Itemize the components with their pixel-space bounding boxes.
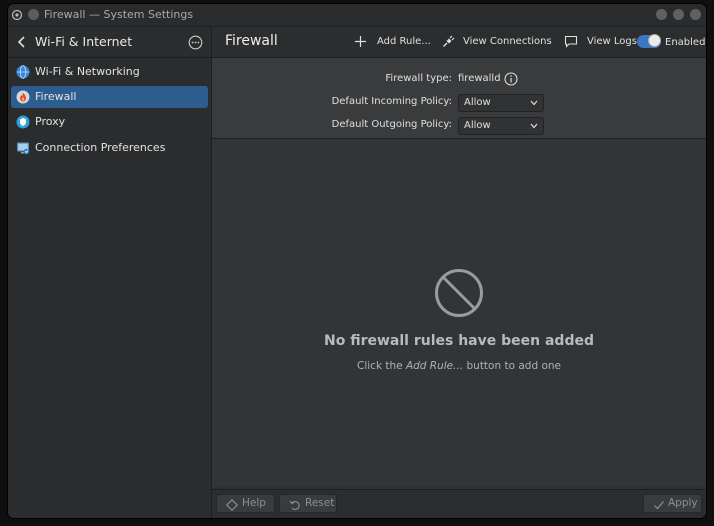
globe-icon bbox=[16, 65, 30, 79]
incoming-policy-select[interactable]: Allow bbox=[458, 94, 544, 112]
empty-state-hint-start: Click the bbox=[357, 360, 406, 372]
sidebar-item-firewall[interactable]: Firewall bbox=[11, 86, 208, 108]
apply-button[interactable]: Apply bbox=[643, 494, 702, 513]
message-icon bbox=[564, 35, 578, 48]
no-entry-icon bbox=[435, 269, 483, 317]
empty-state-hint-end: button to add one bbox=[463, 360, 561, 372]
add-rule-label: Add Rule... bbox=[377, 36, 431, 47]
firewall-type-value: firewalld bbox=[458, 73, 501, 84]
main-content: Firewall Add Rule... View Connections Vi… bbox=[212, 27, 706, 518]
add-rule-button[interactable]: Add Rule... bbox=[354, 34, 431, 50]
window-title: Firewall — System Settings bbox=[44, 8, 194, 21]
sidebar-item-wifi-networking[interactable]: Wi-Fi & Networking bbox=[11, 61, 208, 83]
title-bar: Firewall — System Settings bbox=[8, 4, 706, 27]
enabled-toggle[interactable] bbox=[637, 34, 661, 48]
page-header: Firewall Add Rule... View Connections Vi… bbox=[212, 27, 706, 58]
sidebar-item-label: Wi-Fi & Networking bbox=[35, 65, 140, 78]
reset-button[interactable]: Reset bbox=[279, 494, 337, 513]
incoming-policy-label: Default Incoming Policy: bbox=[331, 96, 452, 107]
sidebar-item-label: Connection Preferences bbox=[35, 141, 166, 154]
help-label: Help bbox=[242, 497, 266, 509]
help-icon bbox=[226, 499, 238, 511]
plus-icon bbox=[355, 36, 366, 47]
apply-label: Apply bbox=[668, 497, 698, 509]
chevron-down-icon bbox=[530, 100, 538, 106]
info-icon[interactable] bbox=[504, 72, 518, 86]
network-prefs-icon bbox=[17, 142, 30, 155]
view-logs-label: View Logs bbox=[587, 36, 637, 47]
reset-label: Reset bbox=[305, 497, 335, 509]
toggle-knob bbox=[648, 34, 661, 47]
sidebar-item-connection-preferences[interactable]: Connection Preferences bbox=[11, 137, 208, 159]
enabled-label: Enabled bbox=[665, 37, 706, 48]
sidebar: Wi-Fi & Internet Wi-Fi & Networking Fire… bbox=[8, 27, 212, 518]
plug-icon bbox=[443, 35, 455, 47]
minimize-button[interactable] bbox=[656, 9, 667, 20]
more-options-icon[interactable] bbox=[188, 35, 203, 50]
back-arrow-icon[interactable] bbox=[16, 35, 28, 49]
outgoing-policy-value: Allow bbox=[464, 120, 491, 131]
sidebar-title: Wi-Fi & Internet bbox=[35, 34, 133, 49]
empty-state-title: No firewall rules have been added bbox=[324, 333, 594, 349]
empty-state-hint: Click the Add Rule... button to add one bbox=[212, 360, 706, 372]
empty-state-hint-emphasis: Add Rule... bbox=[405, 360, 464, 372]
checkmark-icon bbox=[654, 501, 664, 510]
proxy-icon bbox=[16, 115, 30, 129]
rules-list: No firewall rules have been added Click … bbox=[212, 139, 706, 487]
help-button[interactable]: Help bbox=[216, 494, 275, 513]
page-title: Firewall bbox=[225, 33, 278, 49]
pin-button[interactable] bbox=[28, 9, 39, 20]
maximize-button[interactable] bbox=[673, 9, 684, 20]
view-logs-button[interactable]: View Logs bbox=[564, 34, 637, 50]
sidebar-item-proxy[interactable]: Proxy bbox=[11, 111, 208, 133]
view-connections-button[interactable]: View Connections bbox=[442, 34, 552, 50]
outgoing-policy-label: Default Outgoing Policy: bbox=[331, 119, 452, 130]
firewall-icon bbox=[16, 90, 30, 104]
undo-icon bbox=[289, 500, 300, 511]
incoming-policy-value: Allow bbox=[464, 97, 491, 108]
sidebar-item-label: Firewall bbox=[35, 90, 77, 103]
outgoing-policy-select[interactable]: Allow bbox=[458, 117, 544, 135]
sidebar-header: Wi-Fi & Internet bbox=[8, 27, 211, 58]
firewall-settings: Firewall type: firewalld Default Incomin… bbox=[212, 58, 706, 139]
footer-bar: Help Reset Apply bbox=[212, 489, 706, 518]
sidebar-item-label: Proxy bbox=[35, 115, 66, 128]
system-settings-icon[interactable] bbox=[11, 9, 23, 21]
firewall-type-label: Firewall type: bbox=[385, 73, 452, 84]
settings-window: Firewall — System Settings Wi-Fi & Inter… bbox=[8, 4, 706, 518]
close-button[interactable] bbox=[690, 9, 701, 20]
view-connections-label: View Connections bbox=[463, 36, 552, 47]
chevron-down-icon bbox=[530, 123, 538, 129]
